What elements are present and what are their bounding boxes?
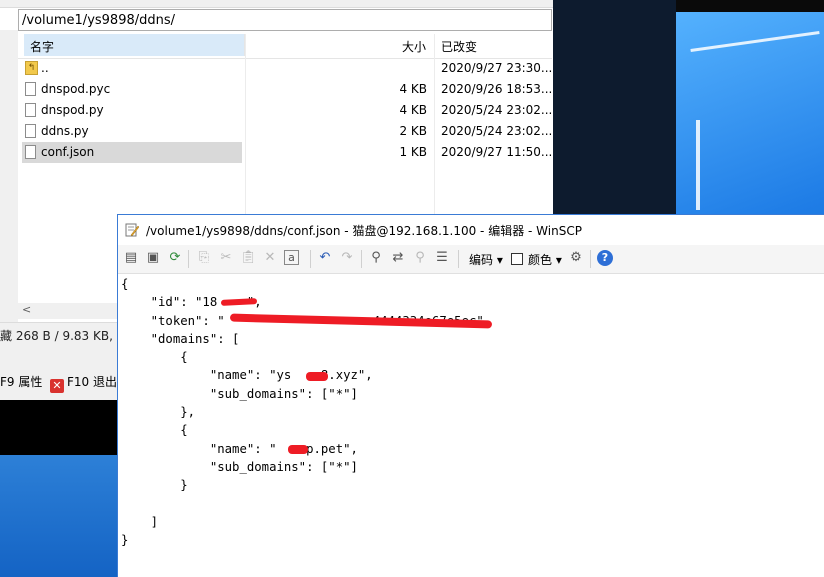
color-checkbox[interactable] — [511, 253, 523, 265]
path-bar[interactable]: /volume1/ys9898/ddns/ — [18, 9, 552, 31]
editor-title: /volume1/ys9898/ddns/conf.json - 猫盘@192.… — [146, 224, 582, 238]
code-line: "sub_domains": ["*"] — [121, 459, 358, 474]
edit-document-icon — [125, 223, 139, 237]
code-line: "domains": [ — [121, 331, 240, 346]
copy-icon[interactable]: ⎘ — [196, 250, 212, 266]
code-line: { — [121, 277, 129, 291]
file-name: dnspod.py — [41, 103, 104, 117]
desktop-dark-strip — [0, 400, 118, 455]
code-line: } — [121, 478, 188, 493]
file-name: .. — [41, 61, 49, 75]
file-size: 4 KB — [399, 103, 427, 117]
save-all-icon[interactable]: ▣ — [145, 250, 161, 266]
file-row[interactable]: dnspod.py 4 KB 2020/5/24 23:02... — [18, 100, 552, 121]
delete-icon[interactable]: ✕ — [262, 250, 278, 266]
file-modified: 2020/9/27 23:30... — [441, 61, 553, 75]
code-line: { — [121, 350, 188, 365]
color-menu-button[interactable]: 颜色 ▾ — [511, 251, 562, 268]
find-next-icon[interactable]: ⚲ — [412, 250, 428, 266]
f9-label: F9 属性 — [0, 375, 43, 389]
file-name: dnspod.pyc — [41, 82, 111, 96]
toolbar-separator — [361, 250, 362, 268]
file-name: ddns.py — [41, 124, 89, 138]
redaction-mark — [288, 445, 308, 454]
code-line: { — [121, 423, 188, 438]
color-label: 颜色 ▾ — [528, 253, 562, 267]
cut-icon[interactable]: ✂ — [218, 250, 234, 266]
save-icon[interactable]: ▤ — [123, 250, 139, 266]
file-modified: 2020/9/27 11:50... — [441, 145, 553, 159]
toolbar-separator — [310, 250, 311, 268]
help-icon[interactable]: ? — [597, 250, 613, 266]
paste-icon[interactable]: 📋︎ — [240, 250, 257, 266]
file-row-selected[interactable]: conf.json 1 KB 2020/9/27 11:50... — [18, 142, 552, 163]
panel-left-edge — [0, 30, 18, 330]
column-modified-label: 已改变 — [441, 40, 478, 54]
wallpaper-light-streak — [696, 120, 700, 210]
toolbar-separator — [188, 250, 189, 268]
parent-folder-icon: ↰ — [25, 61, 38, 75]
scroll-left-arrow-icon[interactable]: < — [22, 303, 31, 316]
column-header-modified[interactable]: 已改变 — [441, 38, 477, 55]
redo-icon[interactable]: ↷ — [339, 250, 355, 266]
file-size: 1 KB — [399, 145, 427, 159]
file-list-header: 名字 大小 已改变 — [18, 34, 552, 59]
file-size: 2 KB — [399, 124, 427, 138]
toolbar-separator — [590, 250, 591, 268]
file-row-parent[interactable]: ↰.. 2020/9/27 23:30... — [18, 58, 552, 79]
code-line: "name": "ys 8.xyz", — [121, 368, 373, 383]
editor-title-bar[interactable]: /volume1/ys9898/ddns/conf.json - 猫盘@192.… — [118, 215, 824, 245]
encoding-label: 编码 ▾ — [469, 253, 503, 267]
editor-toolbar: ▤ ▣ ⟳ ⎘ ✂ 📋︎ ✕ a ↶ ↷ ⚲ ⇄ ⚲ ☰ 编码 ▾ 颜色 ▾ ⚙… — [118, 245, 824, 274]
column-header-name[interactable]: 名字 — [24, 34, 245, 56]
encoding-menu-button[interactable]: 编码 ▾ — [469, 251, 503, 268]
path-text: /volume1/ys9898/ddns/ — [22, 13, 176, 28]
file-name: conf.json — [41, 145, 95, 159]
select-all-icon[interactable]: a — [284, 250, 299, 265]
code-line: }, — [121, 405, 196, 420]
code-line: } — [121, 533, 129, 548]
code-line: ] — [121, 514, 159, 529]
desktop-strip — [676, 0, 824, 12]
file-modified: 2020/5/24 23:02... — [441, 103, 553, 117]
f10-label: F10 退出 — [67, 375, 117, 389]
code-line: "name": " p.pet", — [121, 441, 358, 456]
settings-gear-icon[interactable]: ⚙ — [568, 250, 584, 266]
replace-icon[interactable]: ⇄ — [390, 250, 406, 266]
undo-icon[interactable]: ↶ — [317, 250, 333, 266]
editor-window: /volume1/ys9898/ddns/conf.json - 猫盘@192.… — [117, 214, 824, 577]
f10-quit-button[interactable]: ✕ F10 退出 — [50, 373, 117, 393]
file-modified: 2020/9/26 18:53... — [441, 82, 553, 96]
file-panel-toolbar — [0, 0, 553, 8]
find-icon[interactable]: ⚲ — [368, 250, 384, 266]
file-icon — [25, 145, 36, 159]
redaction-mark — [306, 372, 328, 381]
toolbar-separator — [458, 250, 459, 268]
file-row[interactable]: dnspod.pyc 4 KB 2020/9/26 18:53... — [18, 79, 552, 100]
file-row[interactable]: ddns.py 2 KB 2020/5/24 23:02... — [18, 121, 552, 142]
file-modified: 2020/5/24 23:02... — [441, 124, 553, 138]
file-icon — [25, 124, 36, 138]
file-icon — [25, 103, 36, 117]
column-size-label: 大小 — [402, 40, 427, 54]
code-line: "sub_domains": ["*"] — [121, 386, 358, 401]
reload-icon[interactable]: ⟳ — [167, 250, 183, 266]
file-icon — [25, 82, 36, 96]
file-size: 4 KB — [399, 82, 427, 96]
desktop-wallpaper-bottom — [0, 455, 118, 577]
column-name-label: 名字 — [30, 40, 55, 54]
f9-properties-button[interactable]: F9 属性 — [0, 373, 42, 390]
status-text: 藏 268 B / 9.83 KB, — [0, 329, 113, 343]
close-icon: ✕ — [50, 379, 64, 393]
goto-line-icon[interactable]: ☰ — [434, 250, 450, 266]
column-header-size[interactable]: 大小 — [402, 38, 426, 55]
